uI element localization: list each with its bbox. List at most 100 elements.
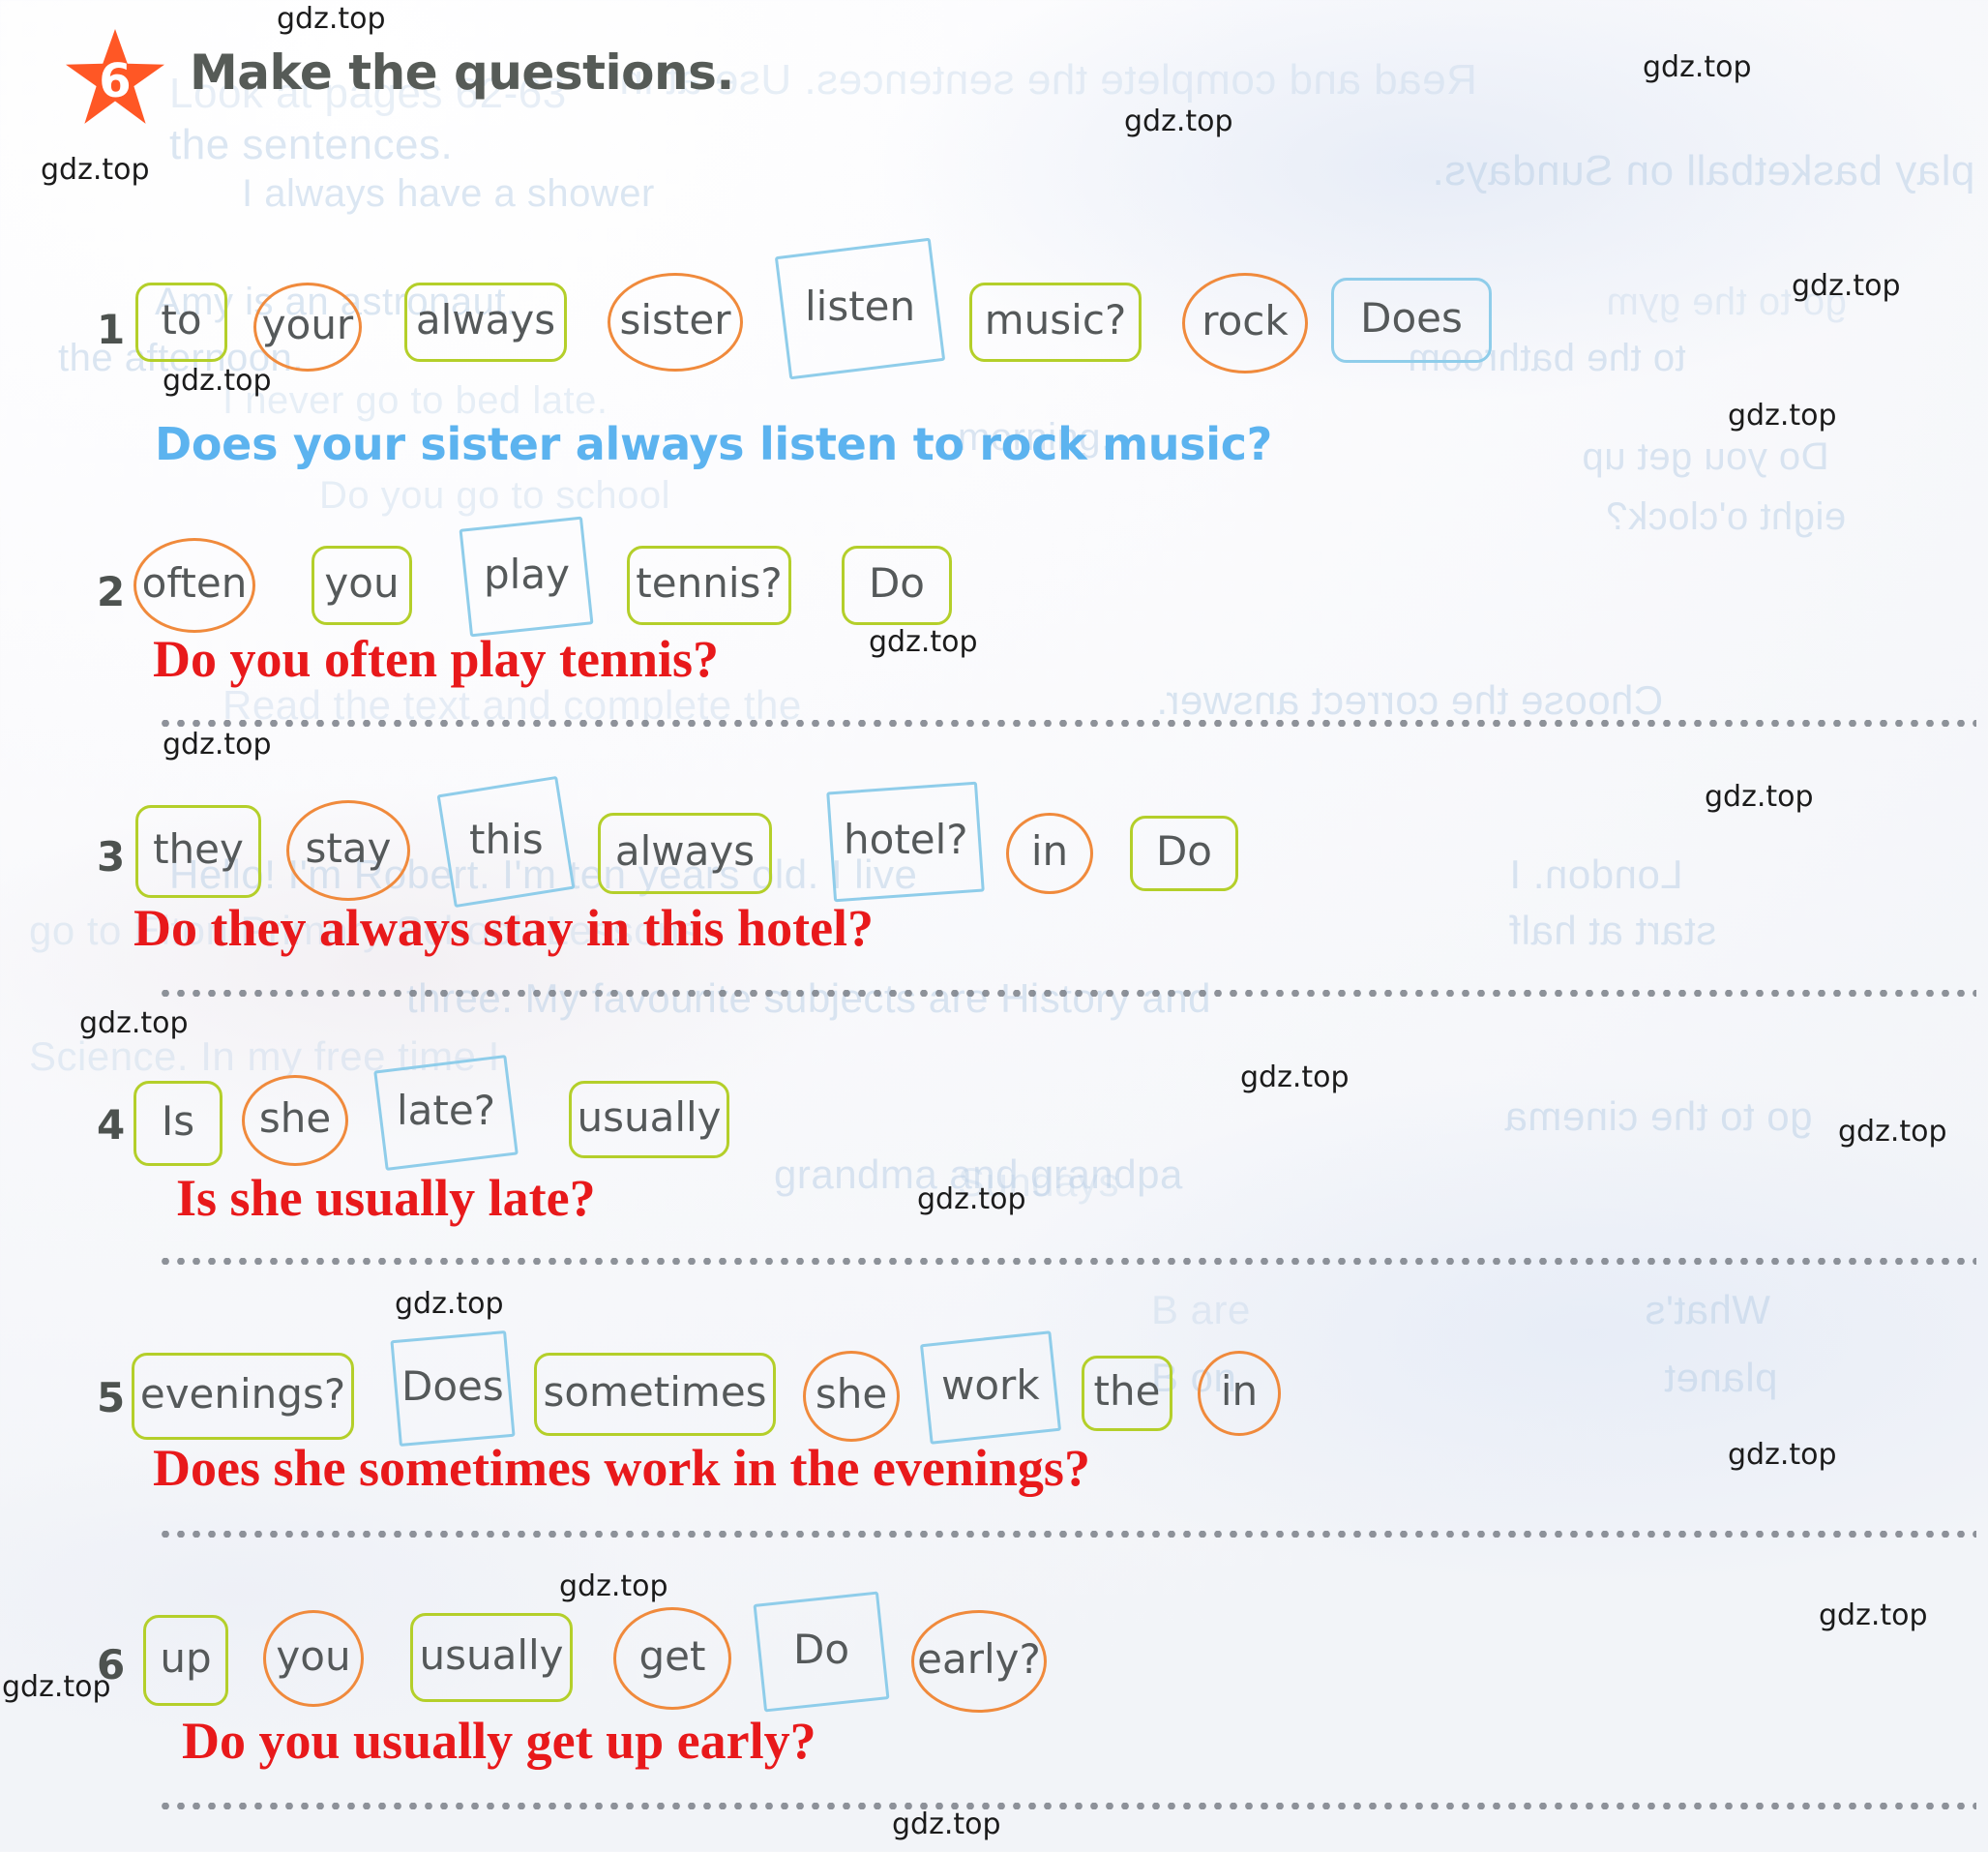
word-tile-label: your (261, 301, 354, 349)
exercise-row-number: 4 (97, 1100, 126, 1149)
word-tile-label: always (614, 827, 756, 876)
watermark: gdz.top (1728, 399, 1837, 433)
watermark: gdz.top (277, 2, 386, 36)
word-tile-label: hotel? (843, 816, 968, 864)
word-tile-label: often (141, 558, 248, 607)
watermark: gdz.top (41, 153, 150, 187)
word-tile-label: in (1030, 827, 1069, 876)
answer-dotted-line (158, 1530, 1976, 1538)
watermark: gdz.top (917, 1182, 1026, 1216)
word-tile-label: play (483, 550, 570, 598)
word-tile-label: Do (1155, 826, 1213, 875)
answer-dotted-line (158, 1803, 1976, 1810)
bleed-through-text: Read and complete the sentences. Use at … (619, 56, 1477, 104)
word-tile[interactable]: always (598, 813, 772, 895)
word-tile-label: she (258, 1094, 332, 1143)
printed-answer: Does your sister always listen to rock m… (155, 417, 1273, 470)
word-tile[interactable]: they (135, 805, 261, 899)
word-tile[interactable]: up (143, 1615, 228, 1707)
word-tile[interactable]: Does (390, 1329, 516, 1447)
word-tile[interactable]: evenings? (132, 1353, 354, 1441)
watermark: gdz.top (559, 1569, 668, 1603)
watermark: gdz.top (1643, 50, 1752, 84)
watermark: gdz.top (163, 728, 272, 762)
word-tile[interactable]: Do (753, 1591, 890, 1713)
word-tile[interactable]: rock (1182, 272, 1308, 373)
word-tile[interactable]: this (436, 775, 576, 908)
watermark: gdz.top (1240, 1060, 1350, 1094)
word-tile[interactable]: sometimes (534, 1353, 776, 1437)
word-tile[interactable]: work (919, 1330, 1062, 1446)
word-tile[interactable]: Do (1130, 815, 1238, 891)
word-tile-label: get (638, 1632, 706, 1681)
word-tile[interactable]: in (1006, 813, 1093, 895)
word-tile-label: evenings? (139, 1370, 346, 1419)
handwritten-answer: Do you usually get up early? (182, 1711, 816, 1770)
word-tile-label: music? (984, 296, 1127, 344)
word-tile[interactable]: tennis? (627, 545, 791, 625)
word-tile-label: in (1220, 1366, 1259, 1415)
watermark: gdz.top (1819, 1598, 1928, 1632)
watermark: gdz.top (163, 364, 272, 398)
bleed-through-text: three. My favourite subjects are History… (406, 975, 1212, 1021)
handwritten-answer: Do they always stay in this hotel? (134, 898, 875, 957)
watermark: gdz.top (1838, 1115, 1947, 1149)
answer-dotted-line (158, 720, 1976, 728)
word-tile[interactable]: the (1082, 1355, 1172, 1431)
word-tile[interactable]: to (135, 283, 227, 363)
watermark: gdz.top (79, 1006, 189, 1040)
answer-dotted-line (158, 990, 1976, 998)
word-tile[interactable]: music? (969, 283, 1142, 363)
word-tile[interactable]: sister (608, 272, 743, 372)
word-tile[interactable]: often (134, 537, 255, 633)
word-tile[interactable]: in (1198, 1350, 1281, 1436)
bleed-through-text: B are (1151, 1287, 1251, 1332)
answer-dotted-line (158, 1257, 1976, 1265)
watermark: gdz.top (1705, 780, 1814, 814)
watermark: gdz.top (395, 1287, 504, 1321)
bleed-through-text: Do you go to school (319, 474, 671, 517)
word-tile-label: tennis? (636, 558, 783, 607)
word-tile-label: stay (305, 823, 392, 872)
word-tile[interactable]: hotel? (826, 782, 985, 903)
word-tile-label: you (276, 1632, 351, 1681)
bleed-through-text: start at half (1509, 908, 1717, 953)
word-tile-label: listen (804, 283, 916, 331)
word-tile[interactable]: get (613, 1607, 731, 1711)
word-tile-label: this (468, 815, 544, 863)
bleed-through-text: I never go to bed late. (223, 379, 608, 422)
bleed-through-text: go to the cinema (1504, 1093, 1813, 1139)
word-tile[interactable]: Does (1331, 278, 1492, 364)
word-tile-label: rock (1202, 296, 1289, 344)
word-tile[interactable]: you (263, 1610, 364, 1708)
bleed-through-text: Choose the correct answer. (1156, 677, 1664, 723)
word-tile-label: Do (792, 1625, 850, 1673)
word-tile-label: to (161, 296, 202, 344)
bleed-through-text: eight o'clock? (1606, 495, 1847, 538)
word-tile[interactable]: you (312, 545, 412, 625)
word-tile[interactable]: usually (569, 1080, 729, 1158)
word-tile[interactable]: Do (842, 545, 952, 625)
word-tile[interactable]: always (404, 283, 567, 363)
watermark: gdz.top (869, 625, 978, 659)
word-tile[interactable]: early? (911, 1610, 1047, 1714)
word-tile-label: you (324, 558, 400, 607)
word-tile[interactable]: Is (134, 1080, 223, 1166)
word-tile-label: she (815, 1369, 888, 1418)
word-tile[interactable]: your (253, 283, 362, 373)
word-tile[interactable]: play (459, 516, 594, 638)
word-tile-label: Do (868, 558, 926, 607)
exercise-row-number: 2 (97, 568, 126, 616)
word-tile[interactable]: she (803, 1350, 900, 1442)
word-tile[interactable]: listen (774, 237, 946, 380)
watermark: gdz.top (1728, 1438, 1837, 1472)
exercise-row-number: 3 (97, 833, 126, 881)
word-tile[interactable]: stay (286, 799, 410, 901)
word-tile[interactable]: usually (410, 1612, 573, 1702)
word-tile[interactable]: late? (373, 1054, 519, 1171)
word-tile-label: early? (917, 1635, 1041, 1684)
exercise-row-number: 1 (97, 306, 126, 354)
bleed-through-text: London. I (1509, 851, 1683, 897)
bleed-through-text: the sentences. (169, 121, 454, 168)
word-tile[interactable]: she (242, 1075, 348, 1167)
